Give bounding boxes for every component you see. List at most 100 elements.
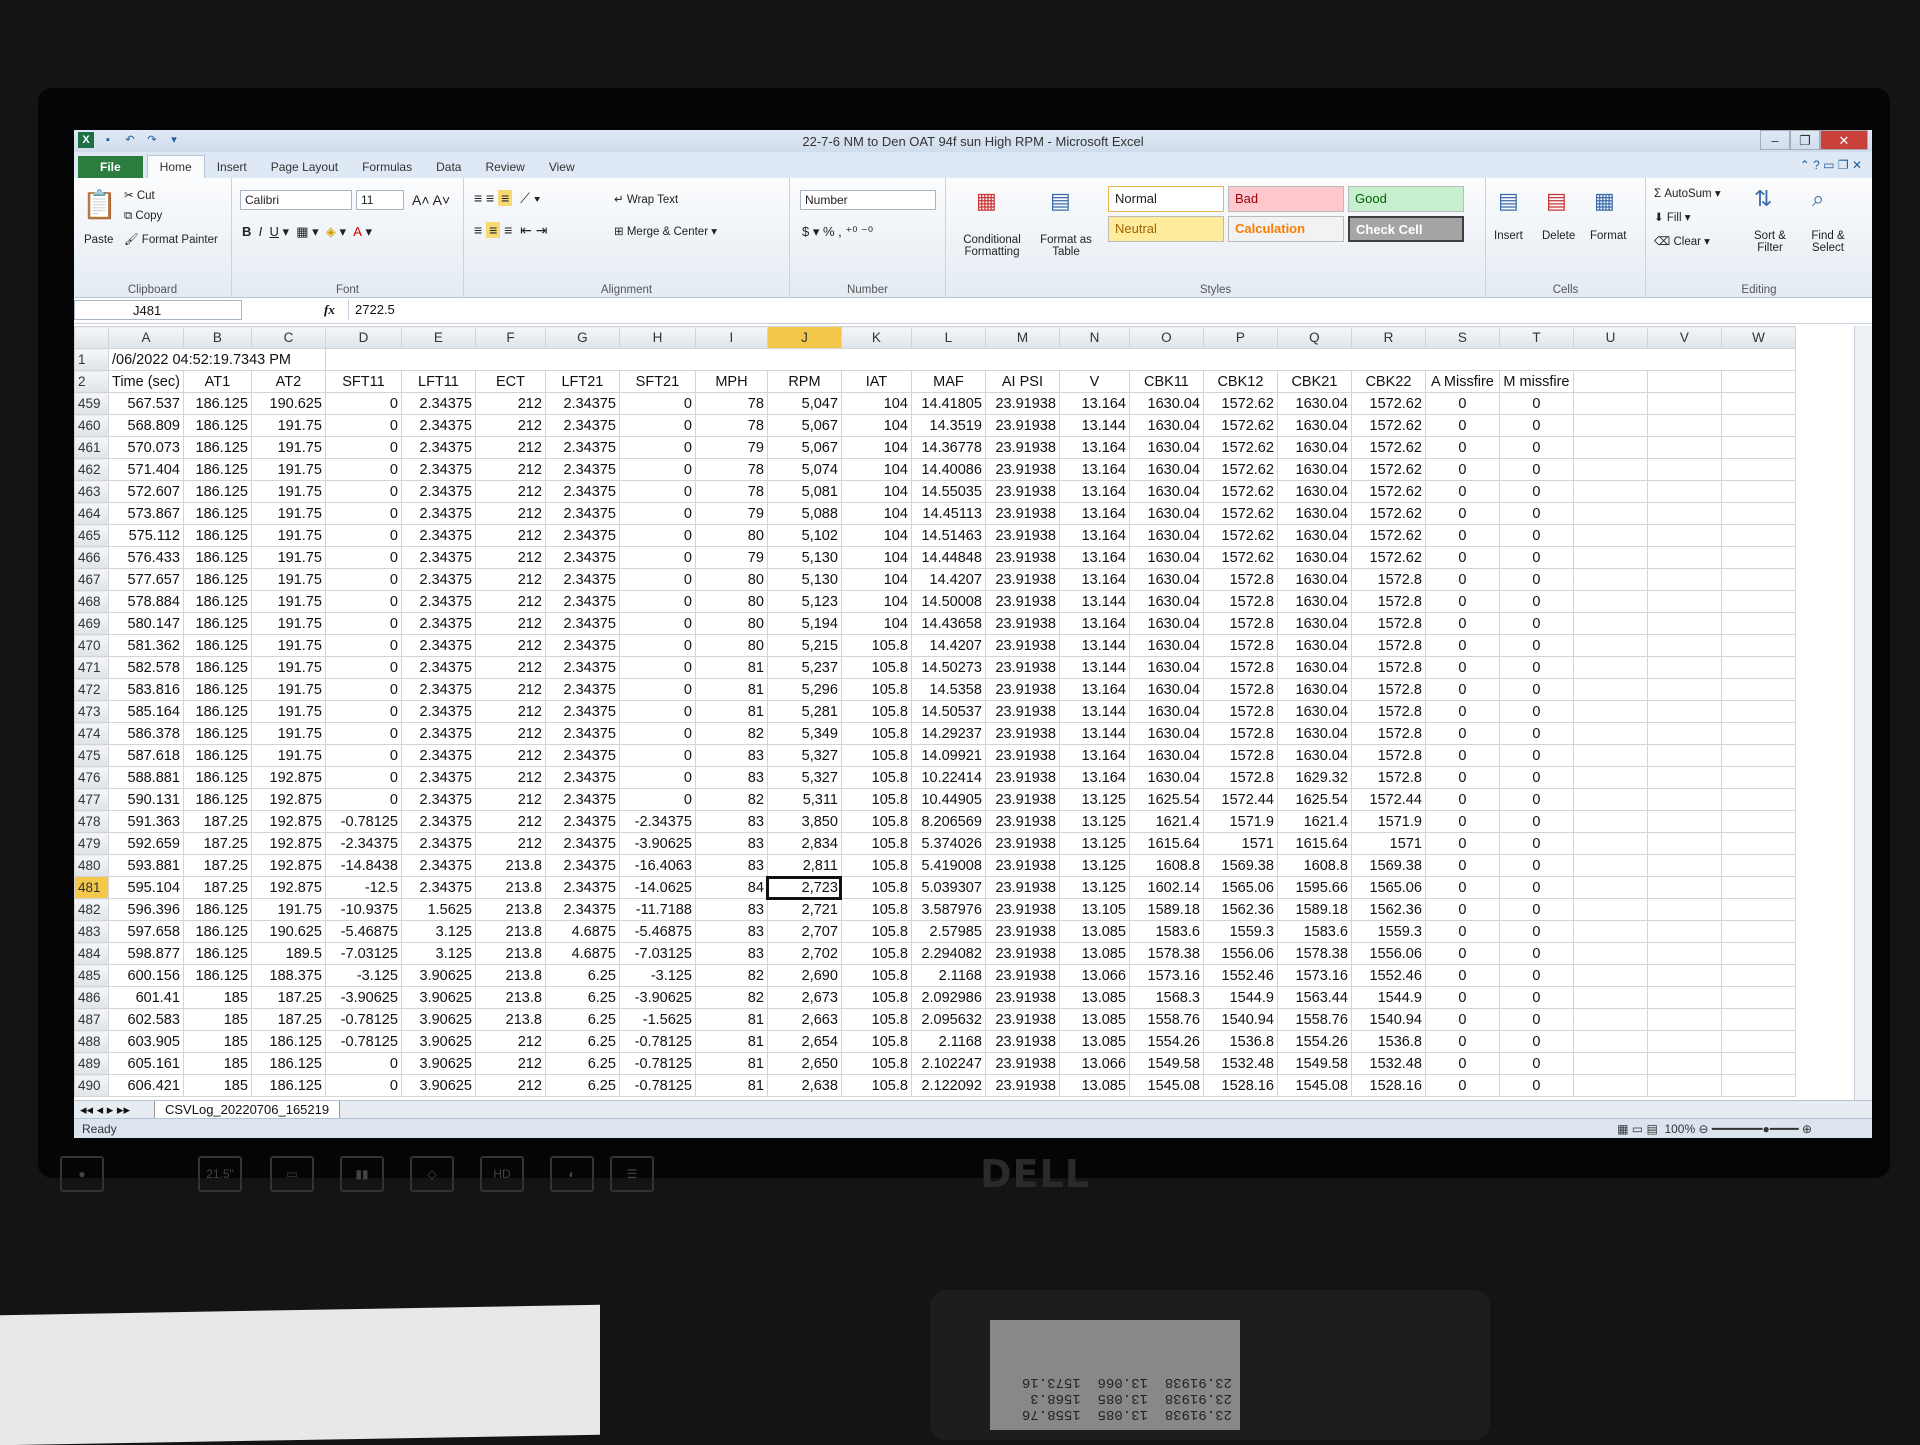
table-cell[interactable]: 2.34375 [544, 876, 620, 899]
table-cell[interactable]: 105.8 [840, 810, 912, 833]
table-cell[interactable]: 2.34375 [400, 480, 476, 503]
table-cell[interactable]: 105.8 [840, 832, 912, 855]
table-cell[interactable]: 1630.04 [1276, 480, 1352, 503]
table-cell[interactable]: 191.75 [250, 568, 326, 591]
grow-font-icon[interactable]: A˄ A˅ [412, 192, 450, 208]
table-cell[interactable]: 23.91938 [984, 414, 1060, 437]
table-cell[interactable] [1720, 722, 1796, 745]
table-cell[interactable]: 105.8 [840, 898, 912, 921]
table-cell[interactable]: 0 [324, 546, 402, 569]
table-cell[interactable]: 186.125 [182, 612, 252, 635]
format-painter-button[interactable]: 🖌 Format Painter [124, 232, 218, 246]
table-cell[interactable]: 192.875 [250, 810, 326, 833]
select-all-corner[interactable] [74, 326, 109, 349]
table-cell[interactable]: 1630.04 [1276, 656, 1352, 679]
table-cell[interactable]: 0 [324, 744, 402, 767]
table-cell[interactable]: 23.91938 [984, 634, 1060, 657]
table-cell[interactable]: 586.378 [108, 722, 184, 745]
table-cell[interactable]: 13.144 [1058, 414, 1130, 437]
table-cell[interactable]: 5,237 [766, 656, 842, 679]
table-cell[interactable]: 104 [840, 458, 912, 481]
table-cell[interactable]: 0 [1498, 766, 1574, 789]
table-cell[interactable]: 5,081 [766, 480, 842, 503]
table-cell[interactable]: 2.1168 [910, 1030, 986, 1053]
table-cell[interactable]: 0 [1498, 678, 1574, 701]
align-left-icons[interactable]: ≡ ≡ ≡ ⇤ ⇥ [474, 222, 547, 239]
table-cell[interactable]: 23.91938 [984, 898, 1060, 921]
column-header[interactable]: Q [1276, 326, 1352, 349]
table-cell[interactable]: 1572.62 [1202, 546, 1278, 569]
row-header[interactable]: 480 [74, 854, 109, 877]
table-cell[interactable]: 105.8 [840, 876, 912, 899]
table-cell[interactable]: 2.34375 [400, 744, 476, 767]
table-cell[interactable]: 186.125 [182, 590, 252, 613]
table-cell[interactable]: 5,296 [766, 678, 842, 701]
table-cell[interactable]: 1630.04 [1128, 766, 1204, 789]
name-box[interactable]: J481 [74, 300, 242, 320]
table-cell[interactable]: 212 [474, 700, 546, 723]
table-cell[interactable]: 0 [1498, 744, 1574, 767]
table-cell[interactable]: 23.91938 [984, 744, 1060, 767]
table-cell[interactable]: 13.085 [1058, 1008, 1130, 1031]
table-cell[interactable]: 105.8 [840, 766, 912, 789]
table-cell[interactable] [1720, 546, 1796, 569]
table-cell[interactable]: 6.25 [544, 1074, 620, 1097]
table-cell[interactable]: 1630.04 [1276, 546, 1352, 569]
table-cell[interactable]: 1630.04 [1128, 700, 1204, 723]
table-cell[interactable] [324, 348, 1796, 371]
number-format-icons[interactable]: $ ▾ % , ⁺⁰ ⁻⁰ [802, 224, 873, 240]
table-cell[interactable]: 13.144 [1058, 634, 1130, 657]
insert-cells-icon[interactable]: ▤ [1498, 188, 1519, 214]
table-cell[interactable]: 186.125 [182, 744, 252, 767]
table-cell[interactable] [1646, 898, 1722, 921]
table-cell[interactable]: 14.43658 [910, 612, 986, 635]
table-cell[interactable]: 2.34375 [544, 568, 620, 591]
table-cell[interactable]: 23.91938 [984, 832, 1060, 855]
table-cell[interactable]: 10.22414 [910, 766, 986, 789]
table-cell[interactable]: 0 [618, 414, 696, 437]
table-cell[interactable]: 1630.04 [1276, 502, 1352, 525]
conditional-formatting-button[interactable]: Conditional Formatting [952, 234, 1032, 258]
table-cell[interactable]: 82 [694, 722, 768, 745]
table-cell[interactable]: 1559.3 [1350, 920, 1426, 943]
tab-file[interactable]: File [78, 156, 143, 178]
table-cell[interactable]: 2.34375 [400, 788, 476, 811]
table-cell[interactable] [1720, 1052, 1796, 1075]
table-cell[interactable]: -3.90625 [324, 986, 402, 1009]
table-cell[interactable]: 213.8 [474, 986, 546, 1009]
table-cell[interactable] [1646, 480, 1722, 503]
table-cell[interactable]: 0 [1424, 876, 1500, 899]
table-cell[interactable]: 191.75 [250, 744, 326, 767]
table-cell[interactable]: 1572.8 [1350, 744, 1426, 767]
table-cell[interactable]: 1608.8 [1128, 854, 1204, 877]
table-cell[interactable]: 0 [1498, 524, 1574, 547]
table-cell[interactable]: 592.659 [108, 832, 184, 855]
table-cell[interactable]: 1572.62 [1202, 524, 1278, 547]
table-cell[interactable]: 2.34375 [544, 678, 620, 701]
column-header[interactable]: F [474, 326, 546, 349]
table-cell[interactable]: 583.816 [108, 678, 184, 701]
table-cell[interactable]: 0 [1424, 414, 1500, 437]
table-cell[interactable]: 186.125 [182, 788, 252, 811]
table-cell[interactable]: 0 [324, 436, 402, 459]
format-table-icon[interactable]: ▤ [1050, 188, 1071, 214]
header-cell[interactable]: CBK22 [1350, 370, 1426, 393]
table-cell[interactable]: 0 [618, 590, 696, 613]
table-cell[interactable]: 1559.3 [1202, 920, 1278, 943]
help-icon[interactable]: ⌃ ? ▭ ❐ ✕ [1800, 158, 1862, 172]
table-cell[interactable]: 585.164 [108, 700, 184, 723]
table-cell[interactable]: 14.50537 [910, 700, 986, 723]
table-cell[interactable] [1572, 524, 1648, 547]
table-cell[interactable]: 0 [618, 480, 696, 503]
table-cell[interactable]: 23.91938 [984, 436, 1060, 459]
table-cell[interactable]: 1549.58 [1276, 1052, 1352, 1075]
table-cell[interactable]: 0 [618, 700, 696, 723]
table-cell[interactable]: 595.104 [108, 876, 184, 899]
column-header[interactable]: A [108, 326, 184, 349]
table-cell[interactable]: 0 [1498, 392, 1574, 415]
table-cell[interactable]: 78 [694, 458, 768, 481]
table-cell[interactable] [1646, 546, 1722, 569]
table-cell[interactable]: 80 [694, 568, 768, 591]
table-cell[interactable]: 2.34375 [544, 722, 620, 745]
table-cell[interactable]: 0 [324, 1052, 402, 1075]
